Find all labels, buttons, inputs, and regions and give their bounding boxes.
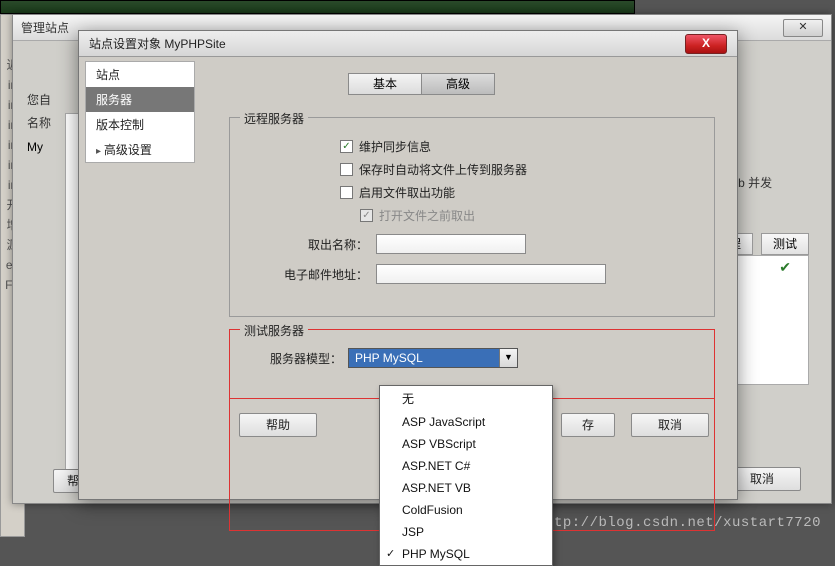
checkout-name-input[interactable]	[376, 234, 526, 254]
outer-title: 管理站点	[21, 19, 69, 36]
checkbox-sync[interactable]	[340, 140, 353, 153]
nav-version[interactable]: 版本控制	[86, 112, 194, 137]
site-settings-dialog: 站点设置对象 MyPHPSite X 站点 服务器 版本控制 高级设置 基本 高…	[78, 30, 738, 500]
close-icon[interactable]: X	[685, 34, 727, 54]
inner-title: 站点设置对象 MyPHPSite	[89, 35, 226, 52]
option-jsp[interactable]: JSP	[380, 521, 552, 543]
close-icon[interactable]: ✕	[783, 19, 823, 37]
option-aspnet-vb[interactable]: ASP.NET VB	[380, 477, 552, 499]
col-test[interactable]: 测试	[761, 233, 809, 255]
nav-advanced[interactable]: 高级设置	[86, 137, 194, 162]
check-icon: ✔	[779, 259, 791, 276]
option-none[interactable]: 无	[380, 386, 552, 411]
test-legend: 测试服务器	[240, 322, 308, 339]
email-input[interactable]	[376, 264, 606, 284]
tab-advanced[interactable]: 高级	[421, 73, 495, 95]
option-asp-js[interactable]: ASP JavaScript	[380, 411, 552, 433]
save-button[interactable]: 存	[561, 413, 615, 437]
remote-legend: 远程服务器	[240, 110, 308, 127]
label-email: 电子邮件地址：	[270, 266, 368, 283]
nav-site[interactable]: 站点	[86, 62, 194, 87]
checkbox-autoupload[interactable]	[340, 163, 353, 176]
option-aspnet-cs[interactable]: ASP.NET C#	[380, 455, 552, 477]
help-button[interactable]: 帮助	[239, 413, 317, 437]
cancel-button[interactable]: 取消	[631, 413, 709, 437]
checkbox-open-before	[360, 209, 373, 222]
category-nav: 站点 服务器 版本控制 高级设置	[85, 61, 195, 163]
inner-titlebar[interactable]: 站点设置对象 MyPHPSite X	[79, 31, 737, 57]
nav-servers[interactable]: 服务器	[86, 87, 194, 112]
remote-server-group: 远程服务器 维护同步信息 保存时自动将文件上传到服务器 启用文件取出功能 打开文…	[229, 117, 715, 317]
label-checkout-name: 取出名称：	[270, 236, 368, 253]
option-php-mysql[interactable]: PHP MySQL	[380, 543, 552, 565]
server-model-value: PHP MySQL	[349, 349, 499, 367]
tab-basic[interactable]: 基本	[348, 73, 422, 95]
label-server-model: 服务器模型：	[264, 350, 342, 367]
option-asp-vbs[interactable]: ASP VBScript	[380, 433, 552, 455]
checkbox-checkout[interactable]	[340, 186, 353, 199]
option-coldfusion[interactable]: ColdFusion	[380, 499, 552, 521]
server-model-dropdown[interactable]: 无 ASP JavaScript ASP VBScript ASP.NET C#…	[379, 385, 553, 566]
chevron-down-icon: ▼	[499, 349, 517, 367]
server-model-select[interactable]: PHP MySQL ▼	[348, 348, 518, 368]
